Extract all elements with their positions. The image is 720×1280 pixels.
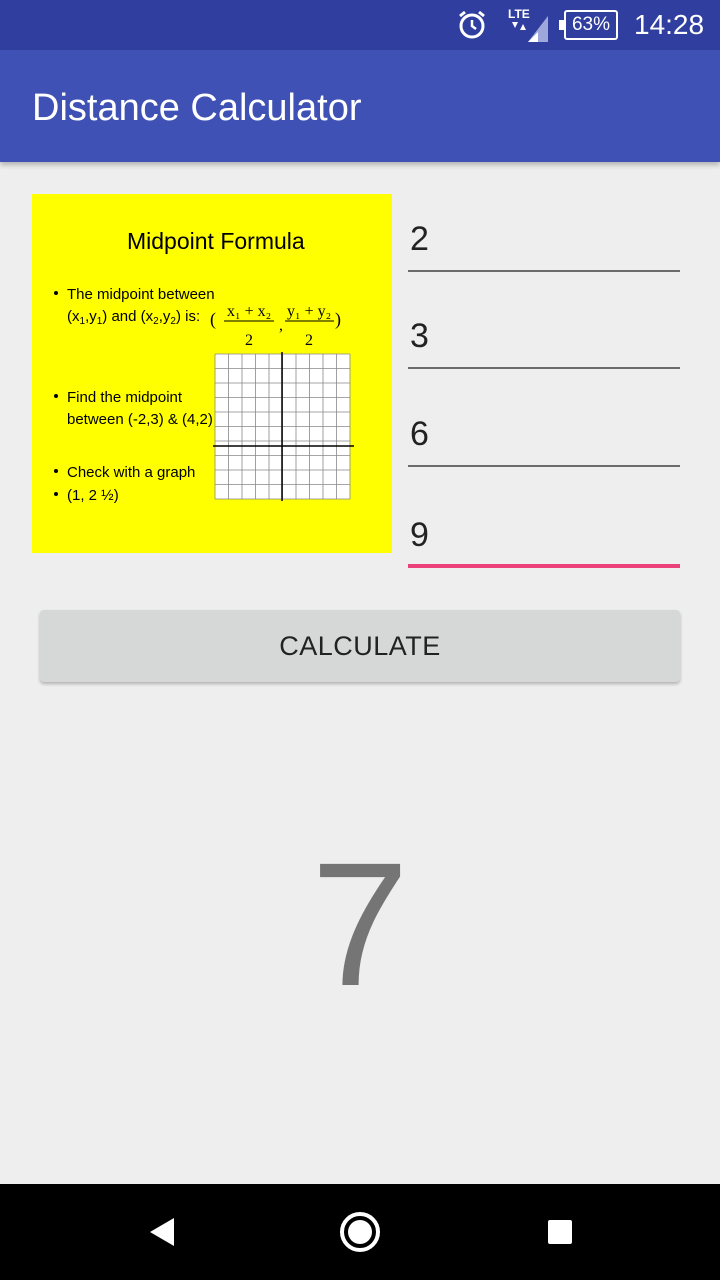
formula-denominator-y: 2 <box>305 332 313 349</box>
y1-underline <box>408 367 680 369</box>
x2-input[interactable] <box>408 403 680 459</box>
bullet1-line1: The midpoint between <box>67 286 215 303</box>
bullet-dot <box>54 492 58 496</box>
battery-icon: 63% <box>559 10 618 40</box>
y2-field[interactable] <box>408 504 680 568</box>
x1-field[interactable] <box>408 208 680 272</box>
status-bar: LTE 63% 14:28 <box>0 0 720 50</box>
svg-text:(: ( <box>210 309 216 330</box>
svg-text:,: , <box>279 317 283 334</box>
y2-underline <box>408 564 680 568</box>
bullet2-line1: Find the midpoint <box>67 389 183 406</box>
y1-input[interactable] <box>408 305 680 361</box>
x2-field[interactable] <box>408 403 680 467</box>
formula-slide: Midpoint Formula The midpoint between (x… <box>32 194 392 553</box>
home-icon[interactable] <box>332 1204 388 1260</box>
network-type-label: LTE <box>508 7 530 21</box>
app-title: Distance Calculator <box>32 87 362 129</box>
status-time: 14:28 <box>634 9 705 40</box>
y2-input[interactable] <box>408 504 680 560</box>
bullet1-line2: (x1,y1) and (x2,y2) is: <box>67 308 200 327</box>
formula-denominator-x: 2 <box>245 332 253 349</box>
bullet-dot <box>54 291 58 295</box>
midpoint-formula-image: Midpoint Formula The midpoint between (x… <box>32 194 392 553</box>
svg-text:): ) <box>335 309 341 330</box>
bullet2-line2: between (-2,3) & (4,2) <box>67 411 213 428</box>
app-bar: Distance Calculator <box>0 50 720 162</box>
bullet4-text: (1, 2 ½) <box>67 487 119 504</box>
formula-numerator-y: y₁ + y₂ <box>287 303 331 320</box>
result-value: 7 <box>311 827 409 1023</box>
alarm-icon <box>459 10 485 39</box>
recents-icon[interactable] <box>532 1204 588 1260</box>
y1-field[interactable] <box>408 305 680 369</box>
bullet-dot <box>54 394 58 398</box>
formula-numerator-x: x₁ + x₂ <box>227 303 271 320</box>
navigation-bar <box>0 1184 720 1280</box>
x2-underline <box>408 465 680 467</box>
coordinate-grid <box>213 352 354 501</box>
signal-icon: LTE <box>508 7 548 42</box>
back-icon[interactable] <box>134 1204 190 1260</box>
bullet3-text: Check with a graph <box>67 464 195 481</box>
calculate-button[interactable]: CALCULATE <box>40 610 680 682</box>
bullet-dot <box>54 469 58 473</box>
x1-underline <box>408 270 680 272</box>
x1-input[interactable] <box>408 208 680 264</box>
battery-level: 63% <box>571 14 611 35</box>
slide-title: Midpoint Formula <box>127 228 305 254</box>
